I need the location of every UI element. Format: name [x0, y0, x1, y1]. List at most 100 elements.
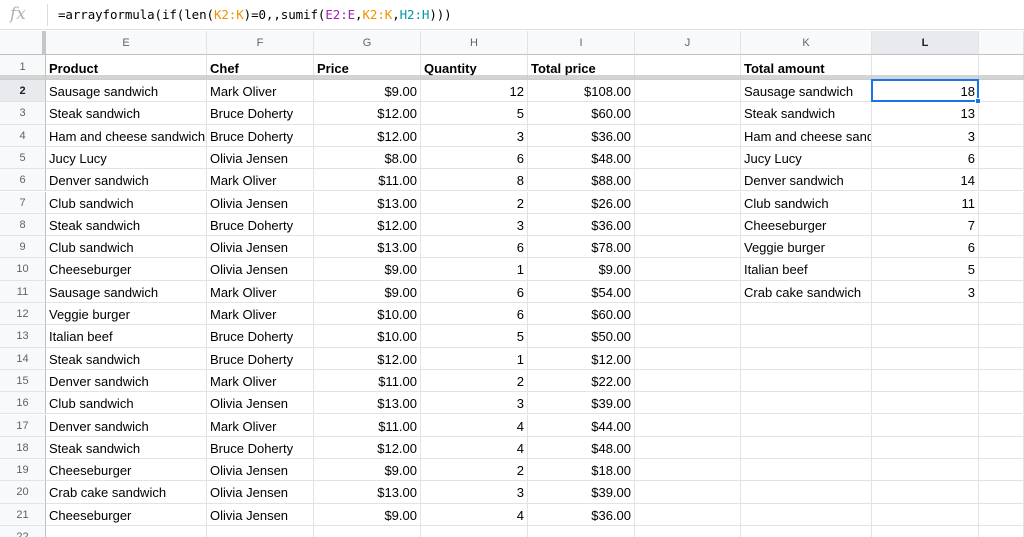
empty-cell[interactable] — [741, 347, 872, 370]
product-cell[interactable]: Cheeseburger — [46, 258, 207, 281]
total-price-cell[interactable]: $60.00 — [528, 102, 635, 125]
price-cell[interactable]: $13.00 — [314, 191, 421, 214]
empty-cell[interactable] — [872, 436, 979, 460]
chef-cell[interactable]: Olivia Jensen — [207, 236, 314, 259]
chef-cell[interactable]: Mark Oliver — [207, 303, 314, 326]
total-price-cell[interactable]: $88.00 — [528, 169, 635, 192]
total-amount-value-cell[interactable]: 14 — [872, 169, 979, 192]
total-amount-value-cell[interactable]: 13 — [872, 102, 979, 125]
product-cell[interactable]: Crab cake sandwich — [46, 481, 207, 504]
row-header-22[interactable]: 22 — [0, 526, 46, 537]
product-cell[interactable]: Cheeseburger — [46, 459, 207, 482]
total-amount-value-cell[interactable]: 6 — [872, 146, 979, 170]
price-cell[interactable]: $11.00 — [314, 414, 421, 437]
empty-cell[interactable] — [979, 369, 1024, 393]
quantity-cell[interactable]: 3 — [421, 481, 528, 504]
product-cell[interactable]: Cheeseburger — [46, 503, 207, 526]
total-price-cell[interactable]: $108.00 — [528, 80, 635, 103]
row-header-10[interactable]: 10 — [0, 258, 46, 281]
empty-cell[interactable] — [741, 369, 872, 393]
empty-cell[interactable] — [741, 481, 872, 504]
chef-cell[interactable]: Bruce Doherty — [207, 213, 314, 237]
total-amount-value-cell[interactable]: 6 — [872, 236, 979, 259]
row-header-3[interactable]: 3 — [0, 102, 46, 125]
row-header-21[interactable]: 21 — [0, 503, 46, 526]
total-price-cell[interactable]: $54.00 — [528, 280, 635, 303]
row-header-20[interactable]: 20 — [0, 481, 46, 504]
empty-cell[interactable] — [979, 503, 1024, 526]
product-cell[interactable]: Steak sandwich — [46, 102, 207, 125]
total-amount-value-cell[interactable]: 5 — [872, 258, 979, 281]
empty-cell[interactable] — [635, 169, 741, 192]
row-header-15[interactable]: 15 — [0, 369, 46, 393]
product-cell[interactable]: Steak sandwich — [46, 213, 207, 237]
empty-cell[interactable] — [635, 258, 741, 281]
row-header-12[interactable]: 12 — [0, 303, 46, 326]
product-cell[interactable]: Sausage sandwich — [46, 80, 207, 103]
empty-cell[interactable] — [635, 503, 741, 526]
empty-cell[interactable] — [207, 526, 314, 537]
empty-cell[interactable] — [979, 191, 1024, 214]
row-header-6[interactable]: 6 — [0, 169, 46, 192]
empty-cell[interactable] — [872, 392, 979, 415]
column-header-j[interactable]: J — [635, 31, 741, 55]
total-price-cell[interactable]: $50.00 — [528, 325, 635, 348]
empty-cell[interactable] — [741, 414, 872, 437]
empty-cell[interactable] — [979, 526, 1024, 537]
empty-cell[interactable] — [528, 526, 635, 537]
empty-cell[interactable] — [872, 347, 979, 370]
product-cell[interactable]: Club sandwich — [46, 191, 207, 214]
empty-cell[interactable] — [979, 169, 1024, 192]
empty-cell[interactable] — [979, 459, 1024, 482]
chef-cell[interactable]: Olivia Jensen — [207, 459, 314, 482]
column-header-m[interactable] — [979, 31, 1024, 55]
quantity-cell[interactable]: 4 — [421, 503, 528, 526]
chef-cell[interactable]: Bruce Doherty — [207, 325, 314, 348]
empty-cell[interactable] — [635, 459, 741, 482]
total-amount-value-cell[interactable]: 18 — [872, 80, 979, 103]
empty-cell[interactable] — [979, 303, 1024, 326]
quantity-cell[interactable]: 2 — [421, 459, 528, 482]
total-price-cell[interactable]: $39.00 — [528, 392, 635, 415]
total-amount-value-cell[interactable]: 11 — [872, 191, 979, 214]
product-cell[interactable]: Denver sandwich — [46, 369, 207, 393]
chef-cell[interactable]: Bruce Doherty — [207, 436, 314, 460]
quantity-cell[interactable]: 3 — [421, 392, 528, 415]
row-header-19[interactable]: 19 — [0, 459, 46, 482]
empty-cell[interactable] — [635, 146, 741, 170]
price-cell[interactable]: $11.00 — [314, 169, 421, 192]
row-header-9[interactable]: 9 — [0, 236, 46, 259]
product-cell[interactable]: Sausage sandwich — [46, 280, 207, 303]
total-amount-product-cell[interactable]: Denver sandwich — [741, 169, 872, 192]
quantity-cell[interactable]: 5 — [421, 102, 528, 125]
empty-cell[interactable] — [635, 191, 741, 214]
quantity-cell[interactable]: 12 — [421, 80, 528, 103]
price-cell[interactable]: $13.00 — [314, 481, 421, 504]
empty-cell[interactable] — [741, 325, 872, 348]
column-header-h[interactable]: H — [421, 31, 528, 55]
price-cell[interactable]: $12.00 — [314, 436, 421, 460]
empty-cell[interactable] — [979, 146, 1024, 170]
row-header-5[interactable]: 5 — [0, 146, 46, 170]
quantity-cell[interactable]: 5 — [421, 325, 528, 348]
product-cell[interactable]: Steak sandwich — [46, 347, 207, 370]
empty-cell[interactable] — [872, 481, 979, 504]
chef-cell[interactable]: Olivia Jensen — [207, 392, 314, 415]
total-price-cell[interactable]: $39.00 — [528, 481, 635, 504]
row-header-2[interactable]: 2 — [0, 80, 46, 103]
total-price-cell[interactable]: $48.00 — [528, 146, 635, 170]
total-price-cell[interactable]: $60.00 — [528, 303, 635, 326]
empty-cell[interactable] — [872, 459, 979, 482]
quantity-cell[interactable]: 1 — [421, 347, 528, 370]
empty-cell[interactable] — [979, 280, 1024, 303]
chef-cell[interactable]: Mark Oliver — [207, 169, 314, 192]
row-header-13[interactable]: 13 — [0, 325, 46, 348]
empty-cell[interactable] — [635, 414, 741, 437]
total-amount-product-cell[interactable]: Jucy Lucy — [741, 146, 872, 170]
total-amount-product-cell[interactable]: Veggie burger — [741, 236, 872, 259]
total-price-cell[interactable]: $22.00 — [528, 369, 635, 393]
empty-cell[interactable] — [872, 503, 979, 526]
empty-cell[interactable] — [872, 526, 979, 537]
total-price-cell[interactable]: $9.00 — [528, 258, 635, 281]
empty-cell[interactable] — [979, 392, 1024, 415]
